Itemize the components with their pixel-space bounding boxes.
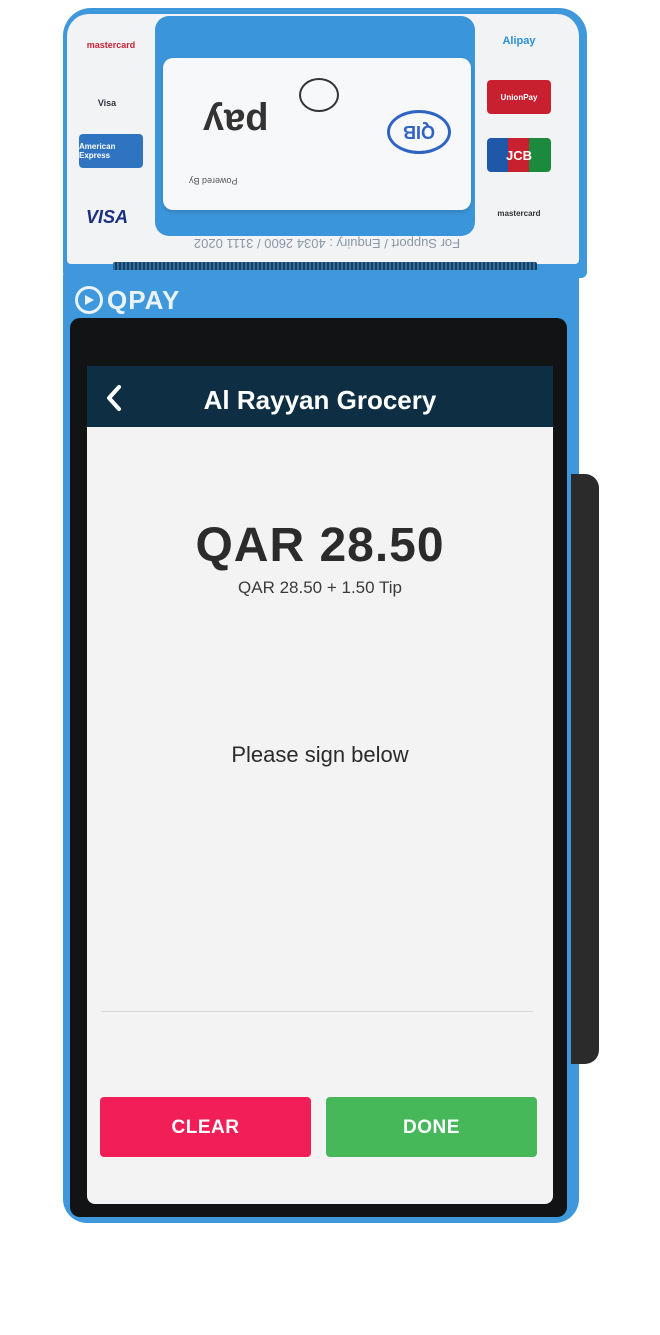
qib-logo: QIB (387, 110, 451, 154)
powered-by-label: Powered By (189, 176, 238, 186)
brand-name: QPAY (107, 284, 181, 315)
contactless-icon (299, 78, 339, 112)
signature-pad[interactable] (101, 786, 533, 1010)
receipt-brand: pay (203, 101, 269, 143)
terminal-head: mastercard Visa American Express VISA Al… (63, 8, 587, 278)
chevron-left-icon (107, 385, 121, 411)
card-logo: mastercard (86, 40, 136, 50)
amount-breakdown: QAR 28.50 + 1.50 Tip (238, 578, 402, 597)
signature-line (101, 1011, 533, 1012)
card-logo: mastercard (497, 208, 541, 218)
card-logo: Visa (97, 98, 117, 108)
card-logo: UnionPay (487, 80, 551, 114)
side-grip (571, 474, 599, 1064)
page-title: Al Rayyan Grocery (203, 385, 437, 415)
card-logo: American Express (79, 134, 143, 168)
qpay-icon (75, 286, 103, 314)
brand-logo: QPAY (75, 283, 180, 317)
card-logo: Alipay (502, 35, 536, 47)
sign-prompt: Please sign below (231, 742, 409, 767)
app-header: Al Rayyan Grocery (87, 366, 553, 427)
receipt-card: pay Powered By QIB (163, 58, 471, 210)
payment-amount: QAR 28.50 (195, 519, 445, 572)
back-button[interactable] (97, 378, 137, 418)
support-text: For Support / Enquiry : 4034 2600 / 3111… (193, 236, 461, 251)
clear-button[interactable]: CLEAR (100, 1097, 311, 1157)
card-logo: VISA (85, 206, 128, 227)
card-logo: JCB (487, 138, 551, 172)
terminal-screen: Al Rayyan Grocery QAR 28.50 QAR 28.50 + … (87, 366, 553, 1204)
done-button[interactable]: DONE (326, 1097, 537, 1157)
